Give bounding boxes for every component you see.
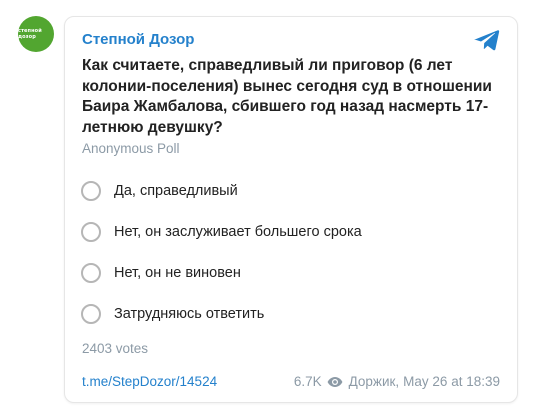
- post-date: May 26 at 18:39: [403, 374, 500, 389]
- poll-type-label: Anonymous Poll: [82, 141, 180, 156]
- poll-option[interactable]: Нет, он заслуживает большего срока: [81, 211, 501, 252]
- radio-button[interactable]: [81, 262, 101, 283]
- post-footer: t.me/StepDozor/14524 6.7K Доржик, May 26…: [82, 374, 500, 389]
- post-author: Доржик,: [348, 374, 400, 389]
- radio-button[interactable]: [81, 180, 101, 201]
- poll-option-label: Да, справедливый: [114, 182, 238, 199]
- channel-avatar[interactable]: степной дозор: [18, 16, 54, 52]
- poll-option-label: Затрудняюсь ответить: [114, 305, 265, 322]
- votes-count: 2403 votes: [82, 341, 149, 356]
- avatar-text: степной дозор: [18, 28, 42, 40]
- channel-name[interactable]: Степной Дозор: [82, 31, 194, 48]
- poll-question: Как считаете, справедливый ли приговор (…: [82, 57, 492, 136]
- poll-option-label: Нет, он не виновен: [114, 264, 241, 281]
- post-link[interactable]: t.me/StepDozor/14524: [82, 374, 217, 389]
- poll-options: Да, справедливый Нет, он заслуживает бол…: [81, 170, 501, 334]
- eye-icon: [327, 376, 343, 387]
- telegram-plane-icon[interactable]: [474, 29, 500, 51]
- view-count: 6.7K: [293, 374, 322, 389]
- post-meta: 6.7K Доржик, May 26 at 18:39: [294, 374, 500, 389]
- poll-option[interactable]: Затрудняюсь ответить: [81, 293, 501, 334]
- radio-button[interactable]: [81, 221, 101, 242]
- poll-option[interactable]: Нет, он не виновен: [81, 252, 501, 293]
- poll-option-label: Нет, он заслуживает большего срока: [114, 223, 362, 240]
- post-card: Степной Дозор Как считаете, справедливый…: [64, 16, 518, 403]
- radio-button[interactable]: [81, 303, 101, 324]
- poll-option[interactable]: Да, справедливый: [81, 170, 501, 211]
